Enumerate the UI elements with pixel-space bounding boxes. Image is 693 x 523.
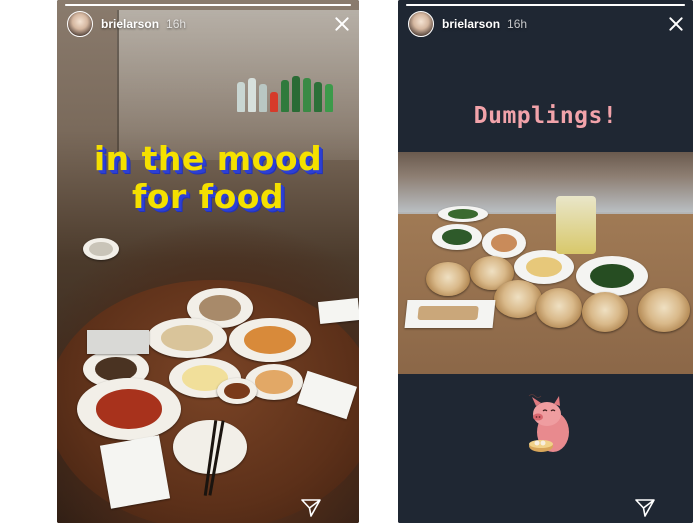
story-header: brielarson 16h (67, 11, 351, 37)
paper-bag (556, 196, 596, 254)
small-bowl (83, 238, 119, 260)
username[interactable]: brielarson (101, 17, 159, 31)
food-table-photo (57, 0, 359, 523)
story-progress-bar (406, 4, 685, 6)
dumplings-photo (398, 152, 693, 384)
egg-rice-plate (77, 378, 181, 440)
dumpling-steamer (426, 262, 470, 296)
dumpling-steamer (582, 292, 628, 332)
text-sticker: in the mood for food (67, 140, 349, 216)
greens-plate (432, 224, 482, 250)
paper-plane-icon[interactable] (635, 499, 655, 517)
noodle-plate (147, 318, 227, 358)
sauce-bowl (217, 378, 257, 404)
dumpling-steamer (536, 288, 582, 328)
noodle-plate (514, 250, 574, 284)
time-ago: 16h (507, 17, 528, 31)
sticker-line-1: in the mood (93, 139, 323, 178)
pig-sticker (528, 394, 569, 452)
greens-plate-back (438, 206, 488, 222)
vegetable-plate (576, 256, 648, 296)
dumpling-steamer (494, 280, 542, 318)
time-ago: 16h (166, 17, 187, 31)
tofu-plate (482, 228, 526, 258)
restaurant-background (398, 152, 693, 212)
sticker-line-2: for food (131, 177, 285, 216)
username[interactable]: brielarson (442, 17, 500, 31)
shrimp-plate (229, 318, 311, 362)
story-caption: Dumplings! (473, 103, 618, 129)
napkin (317, 297, 359, 325)
container (87, 330, 149, 354)
story-progress-fill (406, 4, 685, 6)
story-progress-fill (65, 4, 351, 6)
rectangular-plate (404, 300, 496, 328)
close-icon[interactable] (333, 15, 351, 33)
story-right[interactable]: brielarson 16h Dumplings! (398, 0, 693, 523)
story-left[interactable]: brielarson 16h in the mood for food (57, 0, 359, 523)
avatar[interactable] (67, 11, 93, 37)
avatar[interactable] (408, 11, 434, 37)
bottles-shelf (237, 72, 347, 112)
napkin (99, 435, 171, 509)
dumpling-steamer (638, 288, 690, 332)
story-progress-bar (65, 4, 351, 6)
paper-plane-icon[interactable] (301, 499, 321, 517)
close-icon[interactable] (667, 15, 685, 33)
story-header: brielarson 16h (408, 11, 685, 37)
